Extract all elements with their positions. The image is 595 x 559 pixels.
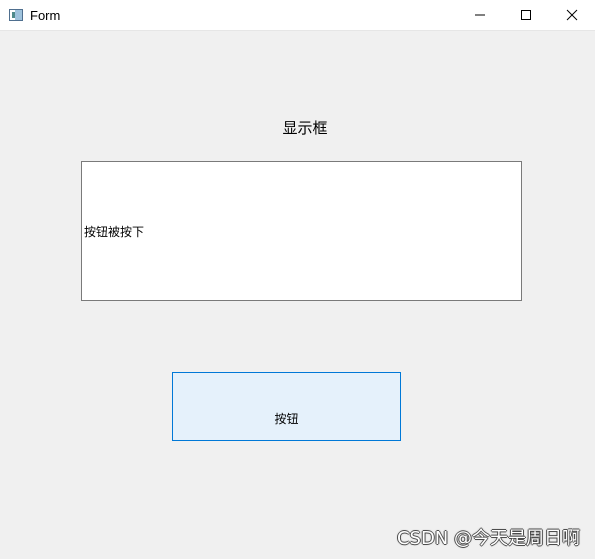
window-title: Form [30, 8, 61, 23]
close-icon [566, 9, 578, 21]
display-box-label: 显示框 [282, 119, 328, 137]
display-box[interactable]: 按钮被按下 [81, 161, 522, 301]
display-box-text: 按钮被按下 [84, 225, 145, 239]
minimize-button[interactable] [457, 0, 503, 31]
csdn-watermark: CSDN @今天是周日啊 [396, 528, 580, 549]
window-titlebar[interactable]: Form [0, 0, 595, 31]
maximize-icon [521, 10, 531, 20]
form-window-icon [9, 9, 23, 21]
minimize-icon [475, 14, 485, 16]
maximize-button[interactable] [503, 0, 549, 31]
push-button[interactable]: 按钮 [172, 372, 401, 441]
close-button[interactable] [549, 0, 595, 31]
push-button-label: 按钮 [274, 412, 299, 426]
form-window: Form 显示框 按钮被按下 按钮 CSDN @今天是周日啊 [0, 0, 595, 559]
